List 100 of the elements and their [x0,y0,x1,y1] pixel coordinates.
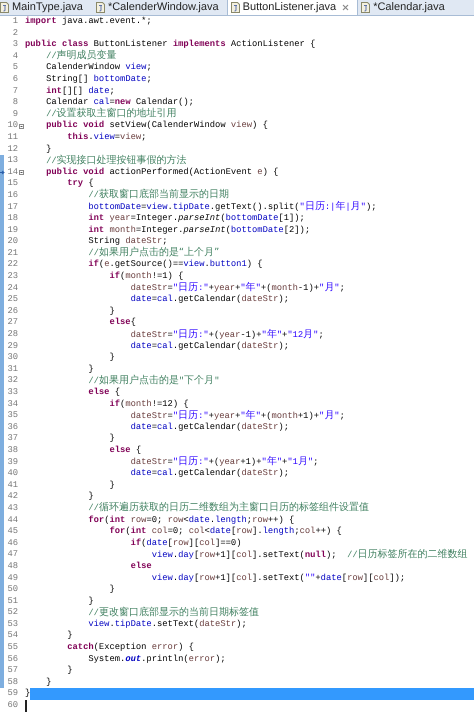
code-line: if(e.getSource()==view.button1) { [87,259,263,272]
code-line: } [45,676,52,688]
line-number: 40 [6,468,18,480]
line-number: 51 [6,596,18,608]
line-number: 25 [6,294,18,306]
code-line: public class ButtonListener implements ActionListener { [24,39,316,50]
code-line: CalenderWindow view; [45,62,152,74]
code-line: catch(Exception error) { [66,642,194,654]
line-number: 11 [6,132,18,144]
editor-tab[interactable]: MainType.java [0,0,93,15]
code-line: } [108,306,115,318]
code-line: System.out.println(error); [87,654,226,666]
code-line: import java.awt.event.*; [24,16,152,28]
close-icon[interactable] [342,4,350,11]
code-line: } [108,352,115,364]
line-number: 30 [6,352,18,364]
line-number: 26 [6,306,18,318]
line-number: 3 [12,39,18,51]
code-line: String[] bottomDate; [45,74,152,86]
code-line: public void actionPerformed(ActionEvent e) { [45,166,278,178]
code-line: bottomDate=view.tipDate.getText().split("日历:|年|月"); [87,201,376,214]
code-line: this.view=view; [66,132,146,144]
line-number: 10 [6,120,18,132]
code-line: dateStr="日历:"+(year+1)+"年"+"1月"; [130,456,318,468]
line-number: 54 [6,630,18,642]
line-number: 14 [6,166,18,178]
code-line: public void setView(CalenderWindow view) { [45,120,268,132]
line-number: 27 [6,317,18,330]
code-comment: //更改窗口底部显示的当前日期标签值 [87,606,259,620]
line-number: 59 [6,688,18,700]
line-number: 33 [6,387,18,399]
line-number: 43 [6,502,18,515]
line-number: 2 [12,28,18,40]
code-line: } [108,480,115,492]
line-number: 18 [6,213,18,225]
code-comment: //设置获取主窗口的地址引用 [45,108,177,120]
line-number: 31 [6,364,18,376]
code-line: dateStr="日历:"+year+"年"+(month-1)+"月"; [130,282,345,294]
code-line: if(month!=12) { [108,398,189,410]
line-number: 50 [6,584,18,596]
code-line: dateStr="日历:"+year+"年"+(month+1)+"月"; [130,410,345,422]
line-number: 24 [6,282,18,294]
line-number: 7 [12,86,18,98]
code-comment: //声明成员变量 [45,50,117,62]
line-number: 16 [6,190,18,202]
line-number: 6 [12,74,18,86]
code-line: } [45,144,52,156]
code-comment: //实现接口处理按钮事假的方法 [45,154,187,168]
line-number: 45 [6,526,18,538]
line-number: 39 [6,456,18,468]
file-icon [96,2,105,12]
file-icon [0,2,9,12]
editor-tab[interactable]: ButtonListener.java [226,0,358,15]
code-line: int year=Integer.parseInt(bottomDate[1]); [87,213,305,225]
code-line: date=cal.getCalendar(dateStr); [130,468,289,480]
line-number: 32 [6,375,18,387]
editor-tab[interactable]: *Calendar.java [358,0,453,15]
code-line: if(month!=1) { [108,271,184,282]
line-number: 53 [6,618,18,630]
line-number: 5 [12,62,18,74]
line-number: 57 [6,665,18,677]
line-number: 38 [6,444,18,457]
code-line: date=cal.getCalendar(dateStr); [130,422,289,434]
line-number: 8 [12,97,18,109]
line-number: 15 [6,178,18,190]
code-comment: //获取窗口底部当前显示的日期 [87,189,229,202]
editor-tab[interactable]: *CalenderWindow.java [92,0,227,15]
line-number: 56 [6,654,18,666]
line-number: 29 [6,340,18,352]
code-line: for(int row=0; row<date.length;row++) { [87,514,294,526]
line-number: 42 [6,491,18,503]
code-line: date=cal.getCalendar(dateStr); [130,294,289,306]
code-comment: //循环遍历获取的日历二维数组为主窗口日历的标签组件设置值 [87,502,369,516]
code-line: } [108,584,115,596]
line-number: 47 [6,549,18,561]
line-number: 55 [6,642,18,654]
line-number: 37 [6,433,18,445]
line-number: 44 [6,514,18,526]
line-number: 35 [6,410,18,422]
code-line: if(date[row][col]==0) [130,538,242,550]
code-comment: //如果用户点击的是"下个月" [87,374,220,388]
code-line: } [66,630,73,642]
line-number: 46 [6,538,18,550]
code-line: int[][] date; [45,86,115,98]
line-number: 28 [6,329,18,341]
line-number: 19 [6,224,18,236]
arrow-icon [0,170,5,175]
code-line: else{ [108,317,136,330]
code-line: view.day[row+1][col].setText(null); //日历标签所在的二维数组 [152,548,468,562]
file-icon [230,2,240,13]
code-line: } [24,688,30,700]
line-number: 58 [6,676,18,688]
line-number: 21 [6,248,18,260]
code-line: int month=Integer.parseInt(bottomDate[2]); [87,224,310,236]
collapse-icon[interactable] [18,124,24,129]
code-line: } [87,364,94,376]
line-number: 41 [6,480,18,492]
line-number: 23 [6,271,18,283]
code-line: try { [66,178,94,190]
collapse-icon[interactable] [18,170,24,176]
